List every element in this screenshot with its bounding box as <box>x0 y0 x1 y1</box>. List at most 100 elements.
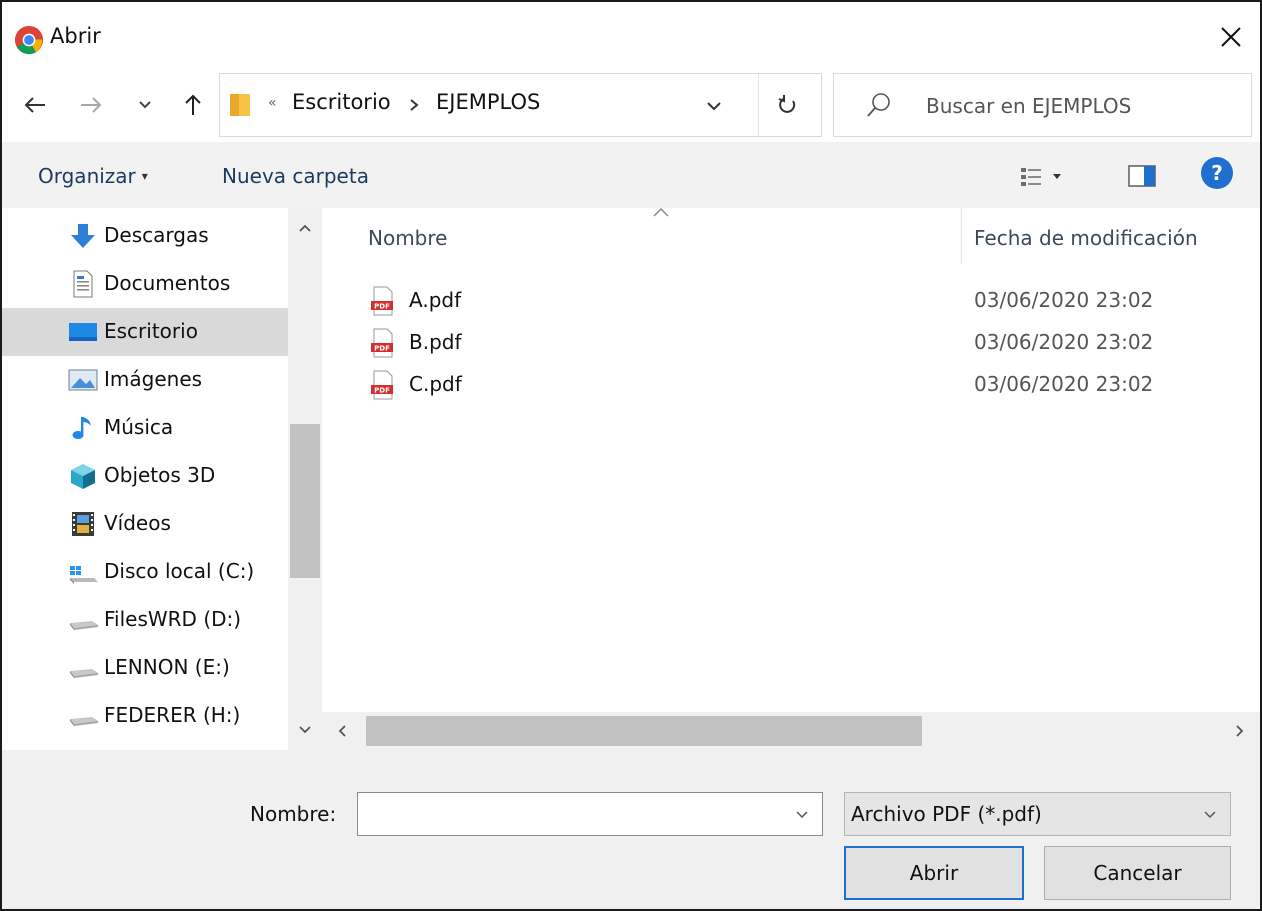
arrow-left-icon <box>24 97 45 113</box>
file-type-select[interactable]: Archivo PDF (*.pdf) <box>844 792 1231 836</box>
caret-down-icon <box>1053 174 1061 179</box>
sidebar-item-label: Disco local (C:) <box>104 559 255 583</box>
sidebar-item-federer-h[interactable]: FEDERER (H:) <box>2 692 288 740</box>
pdf-file-icon: PDF <box>371 370 393 400</box>
filename-dropdown-button[interactable] <box>788 801 816 829</box>
windows-drive-icon <box>70 566 98 584</box>
up-button[interactable] <box>178 90 208 120</box>
chevron-left-icon <box>338 725 346 737</box>
file-row[interactable]: PDF A.pdf 03/06/2020 23:02 <box>362 280 1242 322</box>
sidebar-item-descargas[interactable]: Descargas <box>2 212 288 260</box>
file-type-dropdown-button[interactable] <box>1196 801 1224 829</box>
file-type-value: Archivo PDF (*.pdf) <box>851 802 1042 826</box>
column-header-name[interactable]: Nombre <box>368 226 447 250</box>
title-bar: Abrir <box>2 2 1260 68</box>
video-icon <box>72 512 94 536</box>
change-view-button[interactable] <box>1020 164 1080 190</box>
file-name: B.pdf <box>409 330 462 354</box>
sort-ascending-icon <box>653 208 669 217</box>
details-view-icon <box>1021 168 1041 186</box>
navigation-pane-scrollbar[interactable] <box>288 208 322 750</box>
search-input[interactable] <box>926 86 1236 126</box>
column-divider[interactable] <box>961 208 962 264</box>
search-icon <box>867 93 890 117</box>
music-icon <box>72 417 91 439</box>
file-list-horizontal-scrollbar[interactable] <box>322 712 1260 750</box>
sidebar-item-lennon-e[interactable]: LENNON (E:) <box>2 644 288 692</box>
search-box <box>833 73 1252 137</box>
arrow-up-icon <box>185 94 201 115</box>
chevron-down-icon <box>796 811 808 819</box>
desktop-icon <box>69 323 97 341</box>
chevron-right-icon <box>1236 725 1244 737</box>
file-date: 03/06/2020 23:02 <box>974 330 1154 354</box>
sidebar-item-label: Documentos <box>104 271 231 295</box>
scroll-left-button[interactable] <box>322 712 362 750</box>
svg-text:PDF: PDF <box>374 387 390 395</box>
pdf-file-icon: PDF <box>371 286 393 316</box>
sidebar-item-musica[interactable]: Música <box>2 404 288 452</box>
close-icon <box>1221 27 1241 47</box>
svg-text:PDF: PDF <box>374 345 390 353</box>
chevron-down-icon <box>139 101 151 109</box>
arrow-right-icon <box>81 97 102 113</box>
file-row[interactable]: PDF B.pdf 03/06/2020 23:02 <box>362 322 1242 364</box>
sidebar-item-label: Vídeos <box>104 511 171 535</box>
filename-input[interactable] <box>364 797 784 831</box>
svg-text:PDF: PDF <box>374 303 390 311</box>
download-icon <box>71 224 95 248</box>
refresh-icon <box>778 95 796 113</box>
breadcrumb-ejemplos[interactable]: EJEMPLOS <box>436 90 540 114</box>
address-dropdown-button[interactable] <box>700 92 728 120</box>
cancel-button[interactable]: Cancelar <box>1044 846 1231 900</box>
breadcrumb-separator-icon[interactable] <box>408 98 420 112</box>
sidebar-item-label: LENNON (E:) <box>104 655 230 679</box>
back-button[interactable] <box>20 90 50 120</box>
navigation-bar: « Escritorio EJEMPLOS <box>2 68 1260 142</box>
sidebar-item-label: Música <box>104 415 174 439</box>
sidebar-item-fileswrd-d[interactable]: FilesWRD (D:) <box>2 596 288 644</box>
column-header-date-modified[interactable]: Fecha de modificación <box>974 226 1198 250</box>
chevron-down-icon <box>1204 811 1216 819</box>
open-button[interactable]: Abrir <box>844 846 1024 900</box>
forward-button[interactable] <box>76 90 106 120</box>
close-button[interactable] <box>1216 22 1246 52</box>
organize-menu[interactable]: Organizar ▾ <box>38 164 148 188</box>
sidebar-item-imagenes[interactable]: Imágenes <box>2 356 288 404</box>
sidebar-item-videos[interactable]: Vídeos <box>2 500 288 548</box>
scroll-down-button[interactable] <box>288 710 322 750</box>
filename-label: Nombre: <box>250 802 337 826</box>
sidebar-item-escritorio[interactable]: Escritorio <box>2 308 288 356</box>
image-icon <box>68 369 98 391</box>
dialog-footer: Nombre: Archivo PDF (*.pdf) Abrir Cancel… <box>2 750 1260 909</box>
chevron-up-icon <box>299 224 311 232</box>
command-toolbar: Organizar ▾ Nueva carpeta ? <box>2 142 1260 208</box>
scroll-thumb[interactable] <box>366 716 922 746</box>
file-list: Nombre Fecha de modificación PDF A.pdf 0… <box>322 208 1260 750</box>
scroll-right-button[interactable] <box>1220 712 1260 750</box>
filename-combobox <box>357 792 823 836</box>
address-overflow-icon[interactable]: « <box>268 95 277 111</box>
breadcrumb-escritorio[interactable]: Escritorio <box>292 90 391 114</box>
window-title: Abrir <box>50 24 101 48</box>
sidebar-item-documentos[interactable]: Documentos <box>2 260 288 308</box>
refresh-button[interactable] <box>772 90 802 120</box>
preview-pane-icon[interactable] <box>1128 164 1156 188</box>
open-file-dialog: Abrir « Escritorio EJEMPLOS Buscar en EJ… <box>0 0 1262 911</box>
scroll-thumb[interactable] <box>290 424 320 578</box>
chrome-icon <box>14 25 44 55</box>
drive-icon <box>70 621 98 630</box>
help-button[interactable]: ? <box>1201 157 1233 189</box>
sidebar-item-label: Descargas <box>104 223 209 247</box>
recent-locations-button[interactable] <box>135 90 155 120</box>
new-folder-button[interactable]: Nueva carpeta <box>222 164 369 188</box>
file-name: A.pdf <box>409 288 462 312</box>
scroll-up-button[interactable] <box>288 208 322 248</box>
sidebar-item-disco-local-c[interactable]: Disco local (C:) <box>2 548 288 596</box>
chevron-down-icon <box>299 726 311 734</box>
drive-icon <box>70 717 98 726</box>
address-bar[interactable]: « Escritorio EJEMPLOS <box>219 73 822 137</box>
chevron-down-icon <box>707 102 721 111</box>
file-row[interactable]: PDF C.pdf 03/06/2020 23:02 <box>362 364 1242 406</box>
sidebar-item-objetos-3d[interactable]: Objetos 3D <box>2 452 288 500</box>
